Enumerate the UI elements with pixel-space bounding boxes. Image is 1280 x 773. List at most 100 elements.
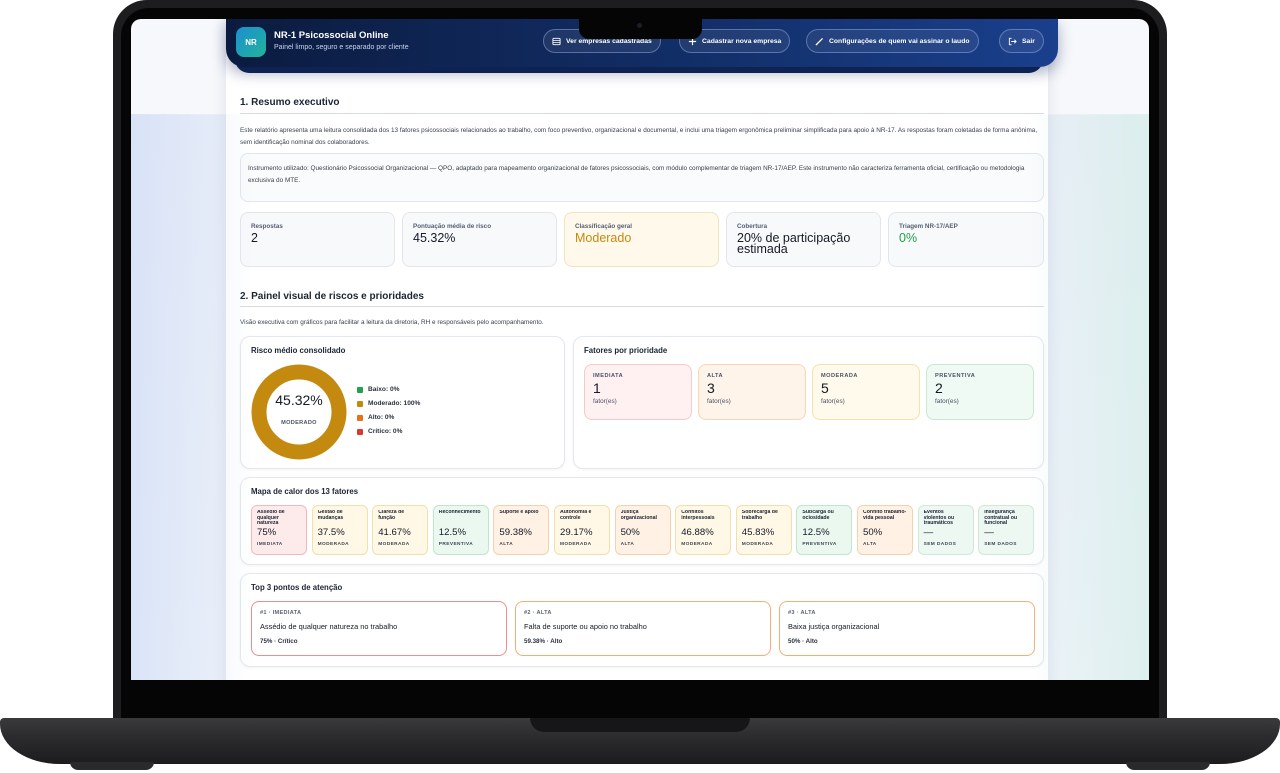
kpi-responses: Respostas 2 xyxy=(240,212,395,267)
top3-item: #3 · ALTA Baixa justiça organizacional 5… xyxy=(779,601,1035,656)
top3-factor: Falta de suporte ou apoio no trabalho xyxy=(524,622,647,631)
summary-title: 1. Resumo executivo xyxy=(240,97,340,108)
legend-swatch xyxy=(357,428,363,435)
heatmap-value: 50% xyxy=(620,527,640,538)
heatmap-factor: Justiça organizacional xyxy=(620,510,657,521)
top3-factor: Assédio de qualquer natureza no trabalho xyxy=(260,622,398,631)
heatmap-priority: MODERADA xyxy=(317,542,350,547)
heatmap-title: Mapa de calor dos 13 fatores xyxy=(251,487,359,496)
priority-count: 2 xyxy=(935,380,943,396)
kpi-avg-score: Pontuação média de risco 45.32% xyxy=(402,212,557,267)
priority-count: 3 xyxy=(707,380,715,396)
signer-settings-button[interactable]: Configurações de quem vai assinar o laud… xyxy=(806,29,979,53)
kpi-value: 45.32% xyxy=(413,231,456,245)
heatmap-tile: Eventos violentos ou traumáticos — SEM DAD… xyxy=(917,505,974,555)
legend-critical: Crítico: 0% xyxy=(357,428,402,435)
top3-title: Top 3 pontos de atenção xyxy=(251,583,343,592)
app-title: NR-1 Psicossocial Online xyxy=(274,30,389,41)
heatmap-factor: Subcarga ou ociosidade xyxy=(802,510,834,521)
kpi-value: Moderado xyxy=(575,231,632,245)
kpi-value: 0% xyxy=(899,231,918,245)
legend-swatch xyxy=(357,386,363,393)
top3-rank: #1 · IMEDIATA xyxy=(260,610,302,616)
top3-rank: #3 · ALTA xyxy=(788,610,816,616)
top3-rank: #2 · ALTA xyxy=(524,610,552,616)
priority-count: 5 xyxy=(821,380,829,396)
legend-moderate: Moderado: 100% xyxy=(357,400,420,407)
heatmap-priority: MODERADA xyxy=(378,542,410,547)
heatmap-value: 41.67% xyxy=(378,527,411,538)
heatmap-priority: MODERADA xyxy=(681,542,713,547)
risk-card-title: Risco médio consolidado xyxy=(251,346,346,355)
priority-label: MODERADA xyxy=(821,373,858,379)
logout-label: Sair xyxy=(1022,37,1035,45)
laptop-hinge-notch xyxy=(530,718,750,732)
top3-item: #2 · ALTA Falta de suporte ou apoio no t… xyxy=(515,601,771,656)
screen: NR NR-1 Psicossocial Online Painel limpo… xyxy=(131,19,1149,680)
priority-unit: fator(es) xyxy=(935,398,959,405)
logout-button[interactable]: Sair xyxy=(999,29,1044,53)
top3-score: 75% · Crítico xyxy=(260,638,298,645)
kpi-nr17-screening: Triagem NR-17/AEP 0% xyxy=(888,212,1044,267)
logout-icon xyxy=(1008,37,1017,45)
kpi-label: Respostas xyxy=(251,223,283,230)
camera-notch xyxy=(579,19,702,39)
legend-label: Baixo: 0% xyxy=(368,386,400,393)
priority-moderate: MODERADA 5 fator(es) xyxy=(812,364,920,420)
heatmap-value: 46.88% xyxy=(681,527,714,538)
heatmap-priority: PREVENTIVA xyxy=(438,542,474,547)
heatmap-tile: Conflito trabalho-vida pessoal 50% ALTA xyxy=(857,505,913,555)
legend-label: Crítico: 0% xyxy=(368,428,403,435)
heatmap-factor: Reconhecimento xyxy=(438,510,481,515)
heatmap-priority: SEM DADOS xyxy=(984,542,1017,547)
priority-unit: fator(es) xyxy=(821,398,845,405)
heatmap-factor: Clareza de função xyxy=(378,510,405,521)
legend-swatch xyxy=(357,400,363,407)
list-icon xyxy=(552,37,561,45)
legend-label: Moderado: 100% xyxy=(368,400,421,407)
heatmap-value: 75% xyxy=(257,527,277,538)
legend-label: Alto: 0% xyxy=(368,414,395,421)
panel-divider xyxy=(240,306,1044,307)
heatmap-value: 12.5% xyxy=(802,527,830,538)
heatmap-priority: SEM DADOS xyxy=(923,542,957,547)
heatmap-value: 29.17% xyxy=(560,527,593,538)
priority-card-title: Fatores por prioridade xyxy=(584,346,668,355)
risk-card: Risco médio consolidado 45.32% MODERADO … xyxy=(240,336,565,469)
top3-score: 59.38% · Alto xyxy=(524,638,563,645)
panel-title: 2. Painel visual de riscos e prioridades xyxy=(240,291,424,302)
heatmap-tile: Assédio de qualquer natureza 75% IMEDIATA xyxy=(251,505,307,555)
heatmap-factor: Conflitos interpessoais xyxy=(681,510,715,521)
heatmap-value: 37.5% xyxy=(317,527,345,538)
heatmap-factor: Assédio de qualquer natureza xyxy=(257,510,285,527)
legend-low: Baixo: 0% xyxy=(357,386,400,393)
kpi-label: Triagem NR-17/AEP xyxy=(899,223,958,230)
add-company-label: Cadastrar nova empresa xyxy=(702,37,782,45)
heatmap-tile: Conflitos interpessoais 46.88% MODERADA xyxy=(675,505,732,555)
heatmap-tile: Reconhecimento 12.5% PREVENTIVA xyxy=(432,505,489,555)
top3-card: Top 3 pontos de atenção #1 · IMEDIATA As… xyxy=(240,573,1044,667)
heatmap-value: — xyxy=(923,527,934,538)
priority-label: PREVENTIVA xyxy=(935,373,976,379)
kpi-classification: Classificação geral Moderado xyxy=(564,212,719,267)
priority-count: 1 xyxy=(593,380,601,396)
top3-score: 50% · Alto xyxy=(788,638,818,645)
top3-factor: Baixa justiça organizacional xyxy=(788,622,880,631)
heatmap-value: 50% xyxy=(863,527,883,538)
heatmap-value: 45.83% xyxy=(741,527,775,538)
laptop-foot-right xyxy=(1126,762,1210,770)
priority-label: IMEDIATA xyxy=(593,373,624,379)
heatmap-priority: MODERADA xyxy=(741,542,774,547)
app-subtitle: Painel limpo, seguro e separado por clie… xyxy=(274,44,409,51)
kpi-value: 20% de participação estimada xyxy=(737,231,851,256)
heatmap-tile: Subcarga ou ociosidade 12.5% PREVENTIVA xyxy=(796,505,853,555)
heatmap-factor: Suporte e apoio xyxy=(499,510,539,515)
kpi-label: Pontuação média de risco xyxy=(413,223,492,230)
heatmap-factor: Sobrecarga de trabalho xyxy=(741,510,778,521)
heatmap-factor: Gestão de mudanças xyxy=(317,510,344,521)
panel-intro: Visão executiva com gráficos para facili… xyxy=(240,319,544,326)
heatmap-priority: ALTA xyxy=(620,542,635,547)
app-logo[interactable]: NR xyxy=(236,27,266,57)
heatmap-value: — xyxy=(984,527,994,538)
summary-intro: Este relatório apresenta uma leitura con… xyxy=(240,127,1038,146)
